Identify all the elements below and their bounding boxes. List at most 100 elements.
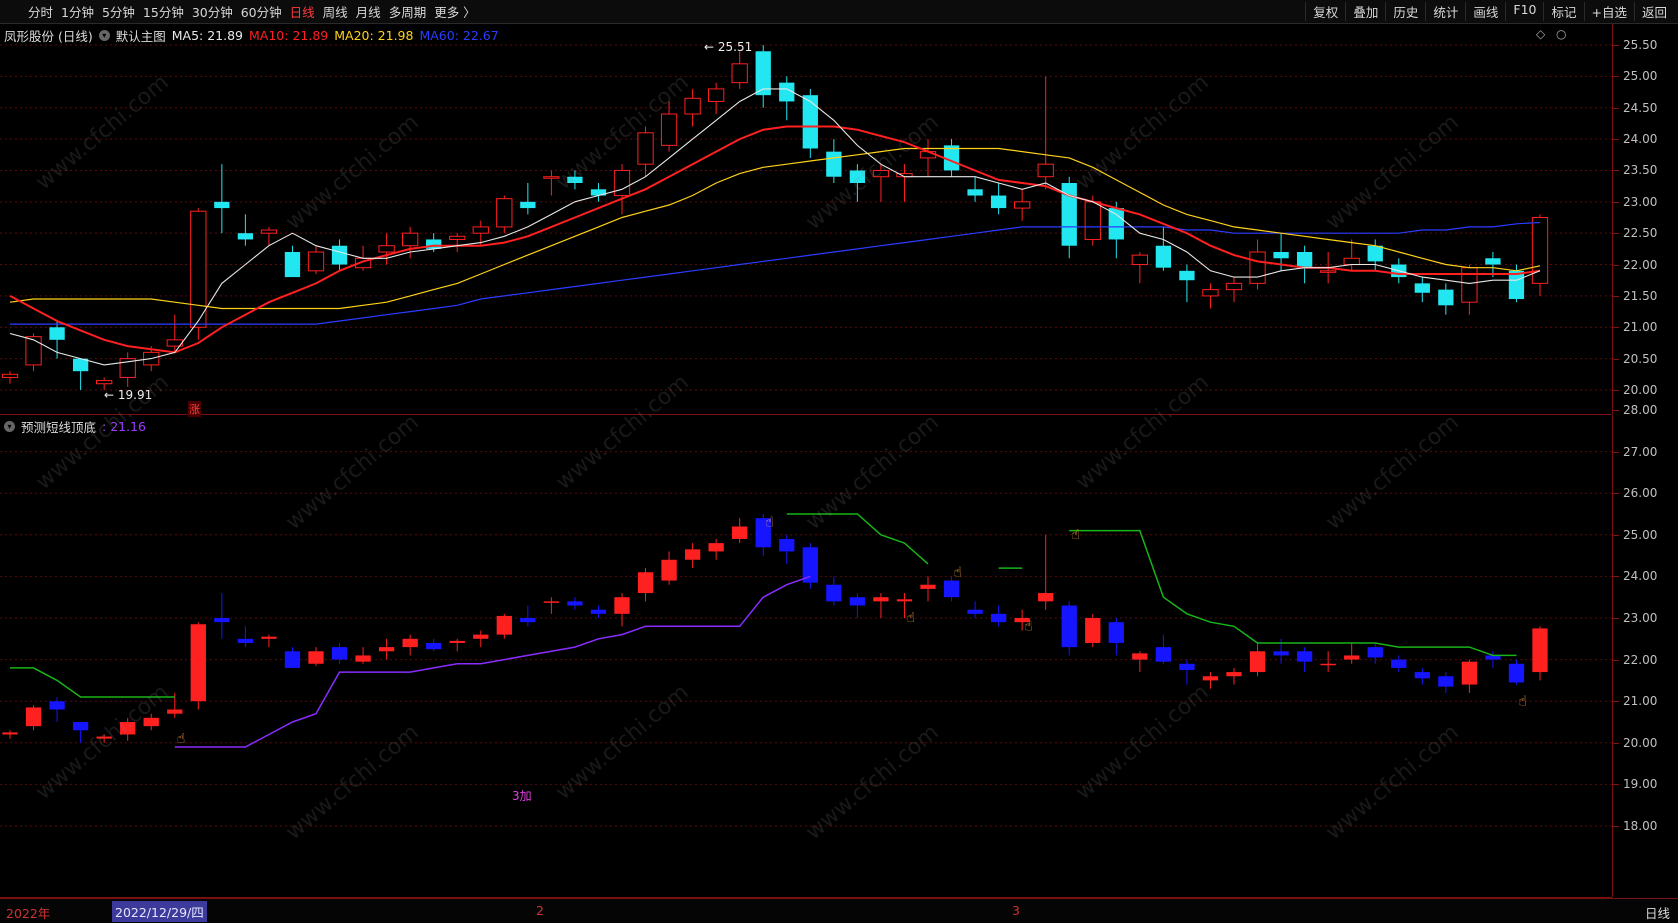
action-button-8[interactable]: 返回: [1633, 2, 1674, 21]
period-tab-7[interactable]: 周线: [319, 2, 352, 21]
period-tab-0[interactable]: 分时: [24, 2, 57, 21]
indicator-candle-body: [920, 584, 936, 589]
candle-body: [1508, 270, 1525, 300]
indicator-pane[interactable]: ☝ ☝ ☝ ☝ ☝ ☝ ☝ ▾ 预测短线顶底 : 21.16 3加: [0, 415, 1612, 898]
indicator-candle-body: [567, 601, 583, 606]
chevron-down-icon[interactable]: ▾: [4, 421, 15, 432]
candle-body: [307, 251, 325, 272]
candlestick-chart[interactable]: [0, 24, 1612, 414]
candle-body: [826, 151, 842, 177]
period-tab-5[interactable]: 60分钟: [237, 2, 286, 21]
indicator-candle-body: [2, 732, 18, 735]
candle-body: [967, 189, 983, 196]
period-indicator[interactable]: 日线: [1645, 903, 1670, 922]
axis-tick-mark: [1613, 76, 1619, 78]
period-tab-1[interactable]: 1分钟: [57, 2, 98, 21]
axis-tick-mark: [1613, 201, 1619, 203]
axis-tick-mark: [1613, 295, 1619, 297]
candle-body: [684, 97, 701, 115]
hand-pointer-icon: ☝: [906, 610, 915, 626]
indicator-candle-body: [96, 736, 112, 739]
main-chart-pane[interactable]: 凤形股份 (日线) ▾ 默认主图 MA5: 21.89 MA10: 21.89 …: [0, 24, 1612, 417]
period-tab-8[interactable]: 月线: [352, 2, 385, 21]
indicator-candle-body: [308, 651, 324, 664]
axis-tick-mark: [1613, 410, 1619, 411]
axis-tick-mark: [1613, 701, 1619, 703]
hand-pointer-icon: ☝: [1024, 618, 1033, 634]
diamond-icon[interactable]: ◇: [1536, 27, 1545, 41]
indicator-candle-body: [896, 599, 913, 602]
indicator-candle-body: [614, 597, 630, 614]
indicator-candle-body: [1367, 647, 1383, 658]
axis-tick-label: 21.00: [1623, 694, 1658, 709]
action-button-2[interactable]: 历史: [1385, 2, 1425, 21]
indicator-candle-body: [355, 655, 371, 662]
indicator-candle-body: [826, 584, 842, 602]
candle-body: [613, 169, 631, 197]
candle-body: [496, 198, 513, 228]
action-button-6[interactable]: 标记: [1543, 2, 1583, 21]
indicator-candle-body: [167, 709, 183, 714]
indicator-candle-body: [967, 609, 983, 614]
month-label-2: 2: [536, 903, 544, 918]
action-button-1[interactable]: 叠加: [1345, 2, 1385, 21]
indicator-candle-body: [1061, 605, 1077, 648]
candle-body: [1179, 270, 1195, 281]
indicator-candle-body: [25, 707, 42, 727]
indicator-candle-body: [1085, 618, 1101, 643]
axis-tick-label: 24.50: [1623, 100, 1658, 115]
candle-body: [1273, 252, 1289, 259]
candle-body: [637, 132, 654, 165]
indicator-candle-body: [1249, 651, 1266, 673]
stock-title[interactable]: 凤形股份 (日线): [4, 26, 93, 45]
axis-tick-label: 27.00: [1623, 444, 1658, 459]
action-button-4[interactable]: 画线: [1465, 2, 1505, 21]
indicator-candle-body: [990, 613, 1007, 623]
high-price-marker: ← 25.51: [704, 40, 753, 54]
chevron-down-icon[interactable]: ▾: [98, 30, 110, 41]
candle-body: [1084, 201, 1101, 240]
month-label-3: 3: [1012, 903, 1020, 918]
axis-tick-mark: [1613, 107, 1619, 109]
indicator-candle-body: [1320, 663, 1336, 666]
candle-body: [1343, 257, 1360, 266]
period-tab-6[interactable]: 日线: [286, 2, 319, 21]
axis-tick-label: 25.00: [1623, 527, 1658, 542]
candle-body: [1367, 245, 1383, 262]
indicator-candle-body: [1226, 672, 1242, 677]
candle-body: [543, 176, 560, 179]
axis-tick-label: 22.00: [1623, 257, 1658, 272]
indicator-candle-body: [779, 538, 795, 552]
indicator-chart[interactable]: ☝ ☝ ☝ ☝ ☝ ☝ ☝: [0, 415, 1612, 897]
period-tab-10[interactable]: 更多 〉: [430, 2, 479, 21]
axis-tick-mark: [1613, 784, 1619, 786]
period-tab-9[interactable]: 多周期: [385, 2, 431, 21]
candle-body: [1014, 201, 1031, 209]
axis-tick-label: 22.50: [1623, 226, 1658, 241]
indicator-candle-body: [449, 640, 465, 643]
candle-body: [872, 169, 890, 178]
indicator-candle-body: [802, 547, 818, 583]
candle-body: [990, 195, 1007, 209]
axis-tick-mark: [1613, 451, 1619, 453]
hand-pointer-icon: ☝: [954, 564, 963, 580]
indicator-candle-body: [637, 572, 654, 594]
action-button-5[interactable]: F10: [1505, 2, 1543, 21]
action-button-0[interactable]: 复权: [1305, 2, 1345, 21]
indicator-candle-body: [261, 636, 277, 639]
indicator-candle-body: [520, 618, 536, 623]
axis-tick-label: 26.00: [1623, 486, 1658, 501]
candle-body: [1461, 267, 1478, 303]
action-button-3[interactable]: 统计: [1425, 2, 1465, 21]
axis-tick-mark: [1613, 493, 1619, 495]
settings-circle-icon[interactable]: ○: [1556, 27, 1566, 41]
indicator-candle-body: [1508, 663, 1525, 683]
indicator-name[interactable]: 预测短线顶底: [21, 417, 96, 436]
bottom-line: [174, 575, 811, 748]
axis-tick-label: 22.00: [1623, 652, 1658, 667]
period-tab-4[interactable]: 30分钟: [188, 2, 237, 21]
action-button-7[interactable]: +自选: [1583, 2, 1634, 21]
period-tab-2[interactable]: 5分钟: [98, 2, 139, 21]
main-template-label[interactable]: 默认主图: [116, 26, 166, 45]
period-tab-3[interactable]: 15分钟: [139, 2, 188, 21]
